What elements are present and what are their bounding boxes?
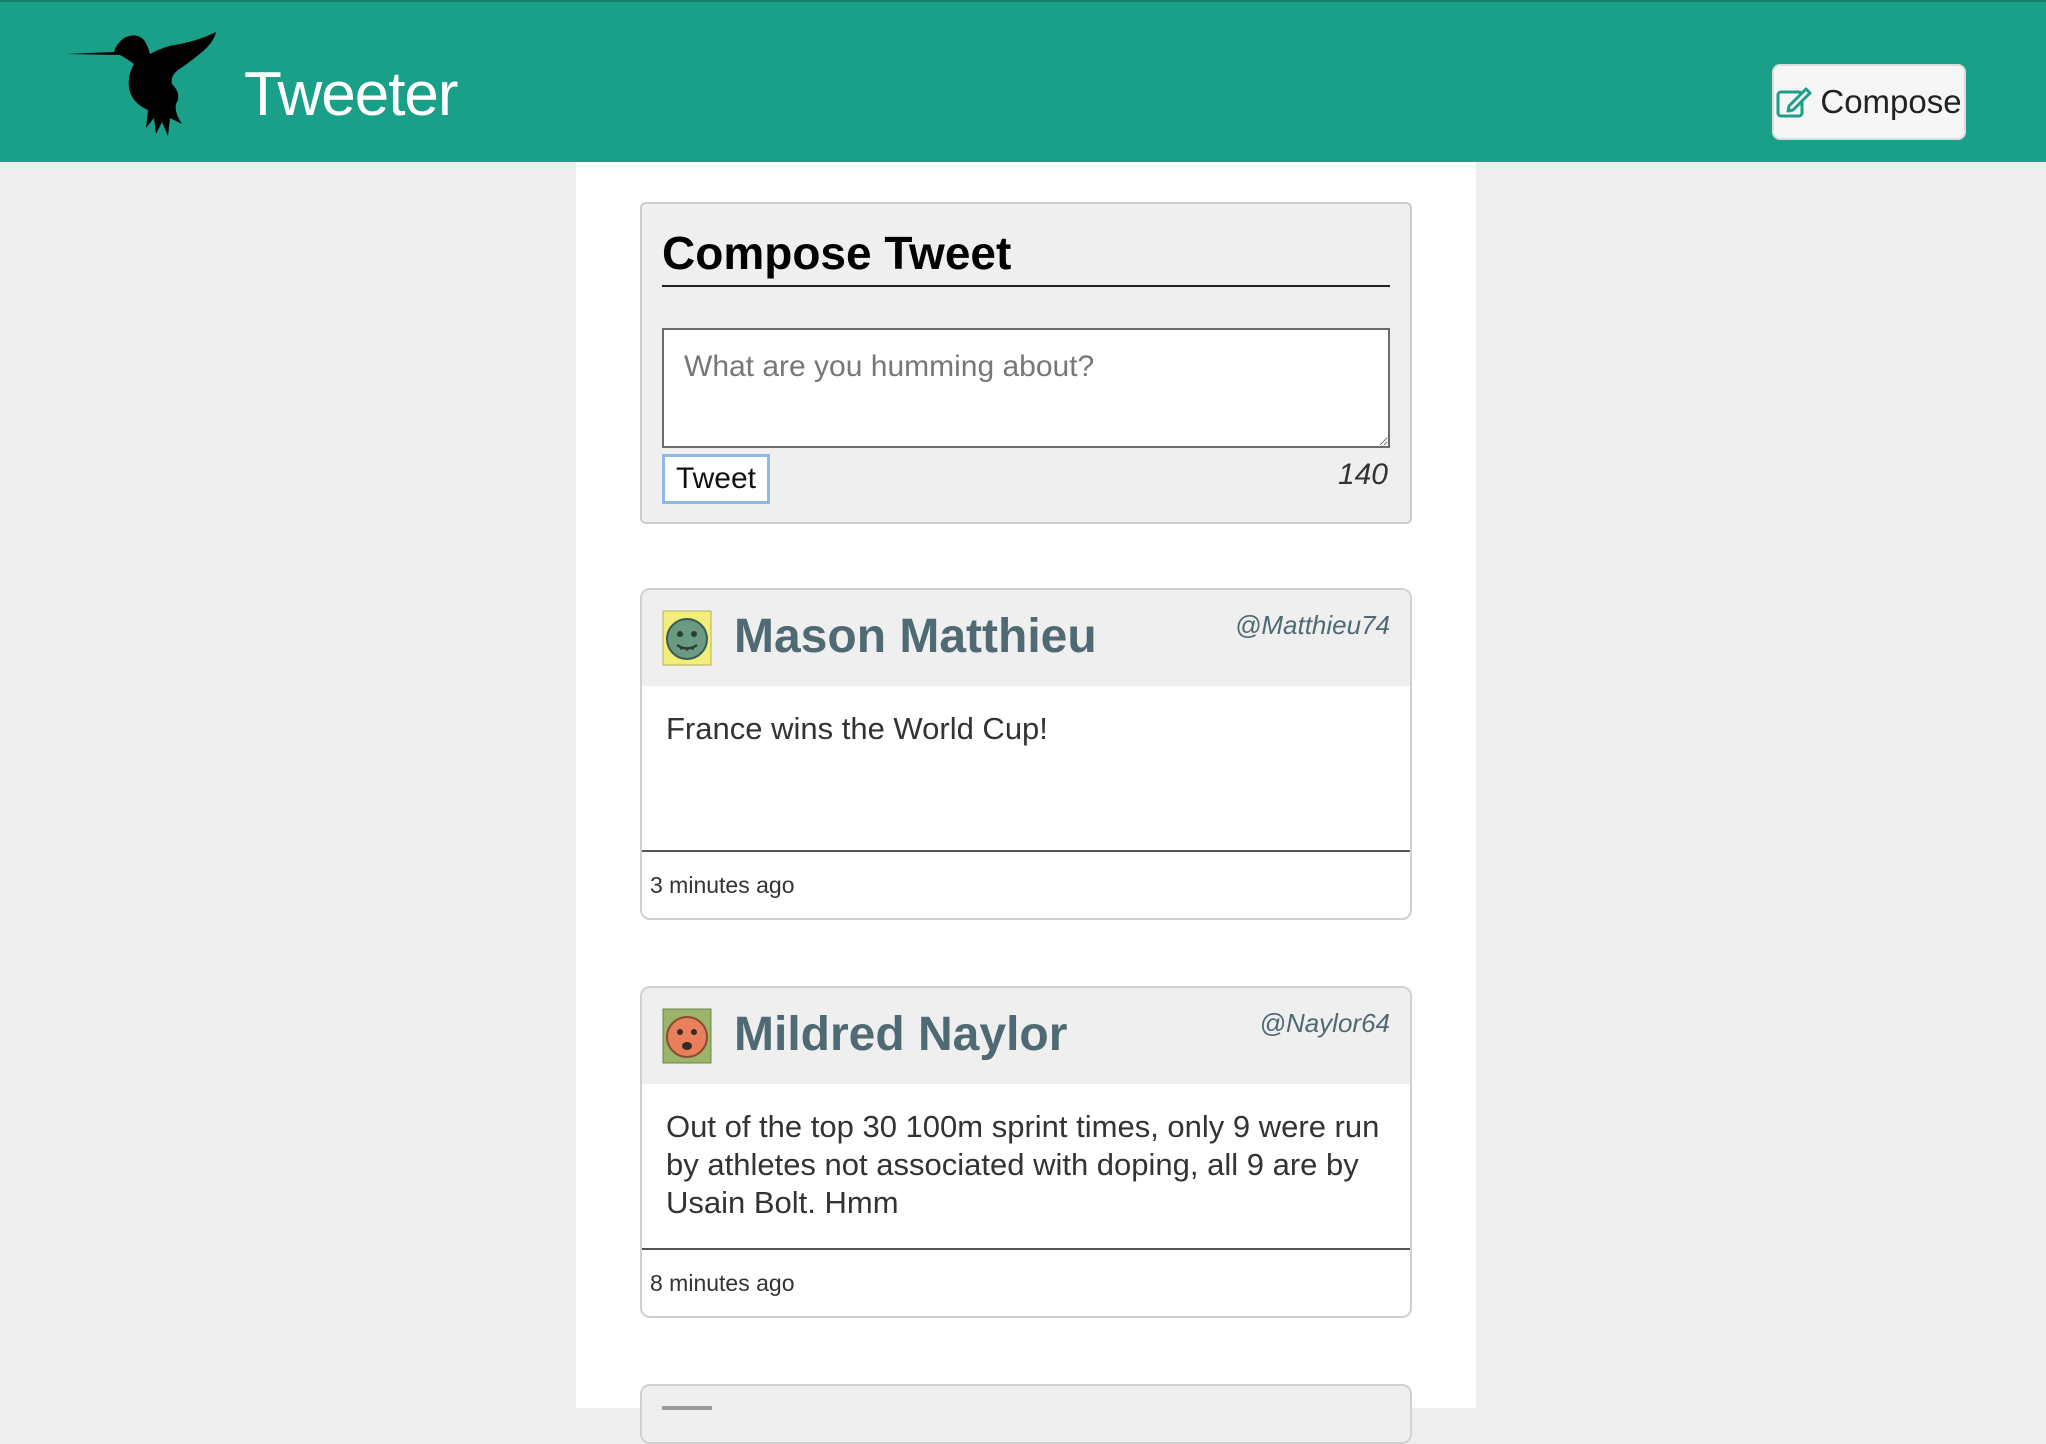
tweet-author-handle: @Naylor64 (1259, 1008, 1390, 1038)
tweet-text-input[interactable] (662, 328, 1390, 448)
tweet-card: Mildred Naylor @Naylor64 Out of the top … (640, 986, 1412, 1318)
brand-title: Tweeter (244, 60, 459, 129)
tweet-timestamp: 8 minutes ago (650, 1269, 795, 1296)
avatar-icon (662, 1406, 712, 1410)
main-container: Compose Tweet Tweet 140 Mason Matthieu @… (576, 162, 1476, 1444)
tweet-author-name: Mason Matthieu (734, 610, 1097, 663)
compose-button[interactable]: Compose (1772, 64, 1966, 140)
tweet-header (642, 1386, 1410, 1442)
tweet-author-handle: @Matthieu74 (1234, 610, 1390, 640)
tweet-header: Mildred Naylor @Naylor64 (642, 988, 1410, 1084)
hummingbird-logo-icon (66, 32, 216, 136)
tweet-card (640, 1384, 1412, 1444)
tweet-submit-button[interactable]: Tweet (662, 454, 770, 504)
avatar-icon (662, 610, 712, 666)
tweet-timestamp: 3 minutes ago (650, 871, 795, 898)
tweet-card: Mason Matthieu @Matthieu74 France wins t… (640, 588, 1412, 920)
edit-icon (1776, 87, 1812, 118)
compose-tweet-title: Compose Tweet (662, 226, 1390, 288)
char-counter: 140 (1337, 458, 1388, 491)
compose-button-label: Compose (1820, 83, 1962, 120)
tweet-author-name: Mildred Naylor (734, 1008, 1068, 1061)
tweet-content: Out of the top 30 100m sprint times, onl… (642, 1084, 1410, 1250)
navbar: Tweeter Compose (0, 0, 2046, 162)
new-tweet-section: Compose Tweet Tweet 140 (640, 202, 1412, 524)
avatar-icon (662, 1008, 712, 1064)
tweet-header: Mason Matthieu @Matthieu74 (642, 590, 1410, 686)
tweet-content: France wins the World Cup! (642, 686, 1410, 852)
